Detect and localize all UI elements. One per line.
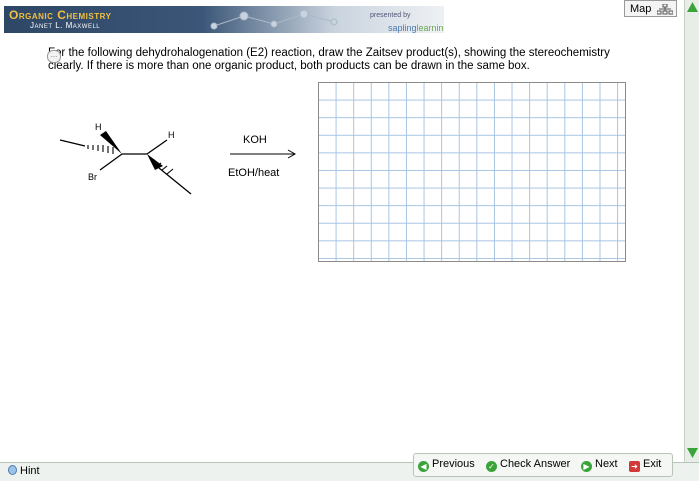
exit-button[interactable]: ➜ Exit <box>629 458 661 472</box>
hint-button[interactable]: Hint <box>8 465 40 477</box>
question-text: For the following dehydrohalogenation (E… <box>48 47 610 72</box>
exit-door-icon: ➜ <box>629 461 640 472</box>
vertical-scrollbar[interactable] <box>684 0 699 462</box>
reactant-structure: H H Br <box>59 122 192 195</box>
exit-label: Exit <box>643 458 662 470</box>
publisher-name-part1: sapling <box>388 23 417 33</box>
course-banner: Organic Chemistry Janet L. Maxwell prese… <box>4 6 444 33</box>
next-button[interactable]: ▶ Next <box>581 458 618 472</box>
previous-label: Previous <box>432 458 475 470</box>
lightbulb-icon <box>8 465 17 475</box>
arrow-left-icon: ◀ <box>418 461 429 472</box>
check-answer-label: Check Answer <box>500 458 571 470</box>
atom-label-h2: H <box>168 130 175 140</box>
course-title: Organic Chemistry <box>9 8 112 22</box>
hint-label: Hint <box>20 465 40 477</box>
map-label: Map <box>630 3 652 15</box>
reaction-arrow-icon <box>230 149 297 159</box>
author-name: Janet L. Maxwell <box>30 21 101 30</box>
sitemap-icon <box>657 4 673 15</box>
next-label: Next <box>595 458 618 470</box>
drawing-canvas[interactable] <box>318 82 626 262</box>
atom-label-h1: H <box>95 122 102 132</box>
molecule-decoration-icon <box>210 9 338 30</box>
scroll-up-icon[interactable] <box>687 2 698 12</box>
reagent-bottom: EtOH/heat <box>228 167 280 179</box>
arrow-right-icon: ▶ <box>581 461 592 472</box>
check-answer-button[interactable]: ✓ Check Answer <box>486 458 570 472</box>
presented-by-label: presented by <box>370 12 411 19</box>
reagent-top: KOH <box>243 134 267 146</box>
checkmark-icon: ✓ <box>486 461 497 472</box>
publisher-name-part2: learning <box>416 23 444 33</box>
hashed-bond-left <box>87 145 114 154</box>
atom-label-br: Br <box>88 172 97 182</box>
scroll-down-icon[interactable] <box>687 448 698 458</box>
previous-button[interactable]: ◀ Previous <box>418 458 475 472</box>
publisher-logo: saplinglearning <box>388 23 444 33</box>
wedge-bond-right <box>147 154 163 170</box>
comment-icon[interactable]: … <box>47 50 61 63</box>
map-button[interactable]: Map <box>624 0 677 17</box>
